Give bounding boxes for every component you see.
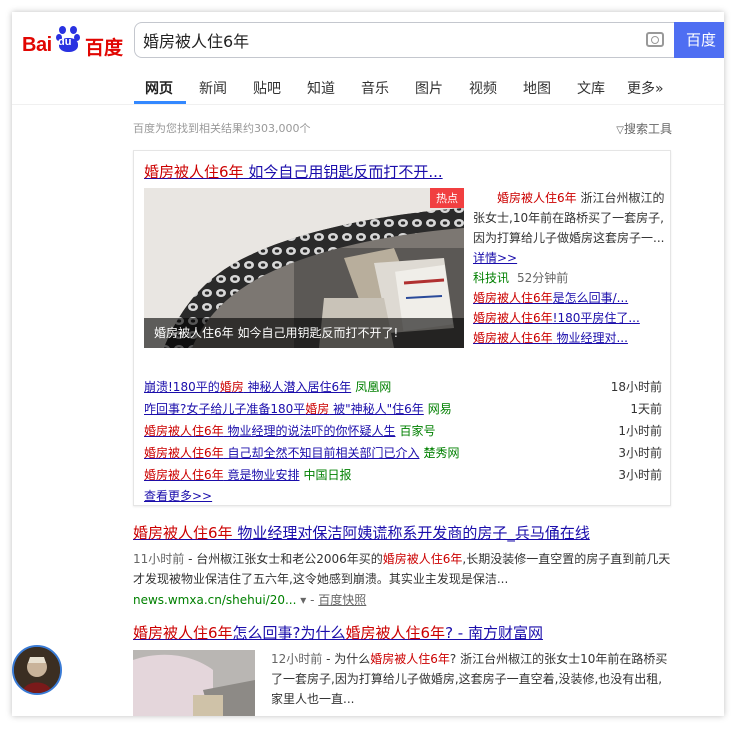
news-source: 科技讯 — [473, 271, 510, 285]
news-item-source: 楚秀网 — [423, 446, 460, 460]
search-tools-label: 搜索工具 — [623, 122, 672, 136]
tab-tieba[interactable]: 贴吧 — [253, 78, 281, 98]
logo-text: Bai — [22, 34, 52, 56]
search-tools-button[interactable]: ▽搜索工具 — [616, 120, 672, 137]
thumbnail-photo — [133, 650, 255, 716]
detail-link[interactable]: 详情>> — [473, 251, 517, 265]
tab-zhidao[interactable]: 知道 — [307, 78, 335, 98]
tab-video[interactable]: 视频 — [469, 78, 497, 98]
news-item-source: 凤凰网 — [355, 380, 392, 394]
news-item-link[interactable]: 咋回事?女子给儿子准备180平婚房 被"神秘人"住6年 — [144, 402, 424, 416]
news-item-link[interactable]: 婚房被人住6年 自己却全然不知目前相关部门已介入 — [144, 446, 419, 460]
related-link[interactable]: 婚房被人住6年!180平房住了... — [473, 308, 665, 328]
result-count: 百度为您找到相关结果约303,000个 — [133, 122, 311, 135]
news-summary: 婚房被人住6年 浙江台州椒江的张女士,10年前在路桥买了一套房子,因为打算给儿子… — [473, 188, 665, 348]
news-item-time: 18小时前 — [610, 380, 662, 394]
camera-icon[interactable] — [646, 32, 664, 47]
tab-web[interactable]: 网页 — [145, 78, 173, 98]
result-abstract: 12小时前 - 为什么婚房被人住6年? 浙江台州椒江的张女士10年前在路桥买了一… — [271, 652, 668, 706]
filter-icon: ▽ — [616, 125, 624, 136]
result-abstract: 11小时前 - 台州椒江张女士和老公2006年买的婚房被人住6年,长期没装修一直… — [133, 552, 671, 586]
news-item-source: 网易 — [427, 402, 452, 416]
search-box — [134, 22, 674, 58]
logo-du: du — [58, 36, 72, 48]
tab-wenku[interactable]: 文库 — [577, 78, 605, 98]
divider — [12, 104, 724, 105]
search-result: 婚房被人住6年 物业经理对保洁阿姨谎称系开发商的房子_兵马俑在线 11小时前 -… — [133, 522, 673, 608]
avatar[interactable] — [12, 645, 62, 695]
news-item-time: 3小时前 — [618, 446, 662, 460]
result-url: news.wmxa.cn/shehui/20... ▾ - 百度快照 — [133, 593, 367, 607]
search-input[interactable] — [135, 23, 615, 57]
news-item-source: 百家号 — [399, 424, 436, 438]
logo-cn: 百度 — [85, 37, 124, 59]
news-meta: 科技讯 52分钟前 — [473, 268, 665, 288]
news-card: 婚房被人住6年 如今自己用钥匙反而打不开... 热点 婚房被人住6年 如今自己用… — [133, 150, 671, 506]
news-item-time: 1天前 — [630, 402, 662, 416]
news-list-item: 婚房被人住6年 物业经理的说法吓的你怀疑人生 百家号 1小时前 — [144, 420, 662, 442]
search-result: 婚房被人住6年怎么回事?为什么婚房被人住6年? - 南方财富网 12小时前 - … — [133, 622, 673, 716]
news-list-item: 咋回事?女子给儿子准备180平婚房 被"神秘人"住6年 网易 1天前 — [144, 398, 662, 420]
news-snippet: 婚房被人住6年 浙江台州椒江的张女士,10年前在路桥买了一套房子,因为打算给儿子… — [473, 191, 665, 265]
news-image[interactable]: 热点 婚房被人住6年 如今自己用钥匙反而打不开了! — [144, 188, 464, 348]
related-link[interactable]: 婚房被人住6年是怎么回事/... — [473, 288, 665, 308]
baidu-logo[interactable]: Bai du 百度 — [20, 20, 130, 60]
news-item-time: 3小时前 — [618, 468, 662, 482]
result-thumbnail[interactable] — [133, 650, 255, 716]
image-caption: 婚房被人住6年 如今自己用钥匙反而打不开了! — [144, 318, 464, 348]
snapshot-link[interactable]: 百度快照 — [318, 593, 366, 607]
result-title[interactable]: 婚房被人住6年怎么回事?为什么婚房被人住6年? - 南方财富网 — [133, 622, 673, 643]
tab-music[interactable]: 音乐 — [361, 78, 389, 98]
news-item-link[interactable]: 婚房被人住6年 竟是物业安排 — [144, 468, 299, 482]
tab-news[interactable]: 新闻 — [199, 78, 227, 98]
news-item-source: 中国日报 — [303, 468, 352, 482]
avatar-image — [14, 647, 60, 693]
result-title[interactable]: 婚房被人住6年 物业经理对保洁阿姨谎称系开发商的房子_兵马俑在线 — [133, 522, 673, 543]
browser-frame: Bai du 百度 百度 网页 新闻 贴吧 知道 音乐 图片 视频 地图 文库 … — [12, 12, 724, 716]
news-list-item: 婚房被人住6年 自己却全然不知目前相关部门已介入 楚秀网 3小时前 — [144, 442, 662, 464]
search-tabs: 网页 新闻 贴吧 知道 音乐 图片 视频 地图 文库 更多» — [12, 68, 724, 104]
search-button[interactable]: 百度 — [674, 22, 724, 58]
news-list-item: 崩溃!180平的婚房 神秘人潜入居住6年 凤凰网 18小时前 — [144, 376, 662, 398]
tab-map[interactable]: 地图 — [523, 78, 551, 98]
news-list-item: 婚房被人住6年 竟是物业安排 中国日报 3小时前 — [144, 464, 662, 486]
news-item-link[interactable]: 崩溃!180平的婚房 神秘人潜入居住6年 — [144, 380, 351, 394]
header: Bai du 百度 百度 — [12, 12, 724, 68]
tab-more[interactable]: 更多» — [627, 78, 664, 98]
more-news-link[interactable]: 查看更多>> — [144, 487, 212, 504]
hot-badge: 热点 — [430, 188, 464, 208]
related-link[interactable]: 婚房被人住6年 物业经理对... — [473, 328, 665, 348]
news-list: 崩溃!180平的婚房 神秘人潜入居住6年 凤凰网 18小时前 咋回事?女子给儿子准… — [144, 376, 662, 486]
news-time: 52分钟前 — [517, 271, 569, 285]
dropdown-arrow-icon[interactable]: ▾ — [300, 593, 306, 607]
news-item-link[interactable]: 婚房被人住6年 物业经理的说法吓的你怀疑人生 — [144, 424, 395, 438]
news-card-title[interactable]: 婚房被人住6年 如今自己用钥匙反而打不开... — [144, 161, 443, 182]
tab-images[interactable]: 图片 — [415, 78, 443, 98]
news-item-time: 1小时前 — [618, 424, 662, 438]
